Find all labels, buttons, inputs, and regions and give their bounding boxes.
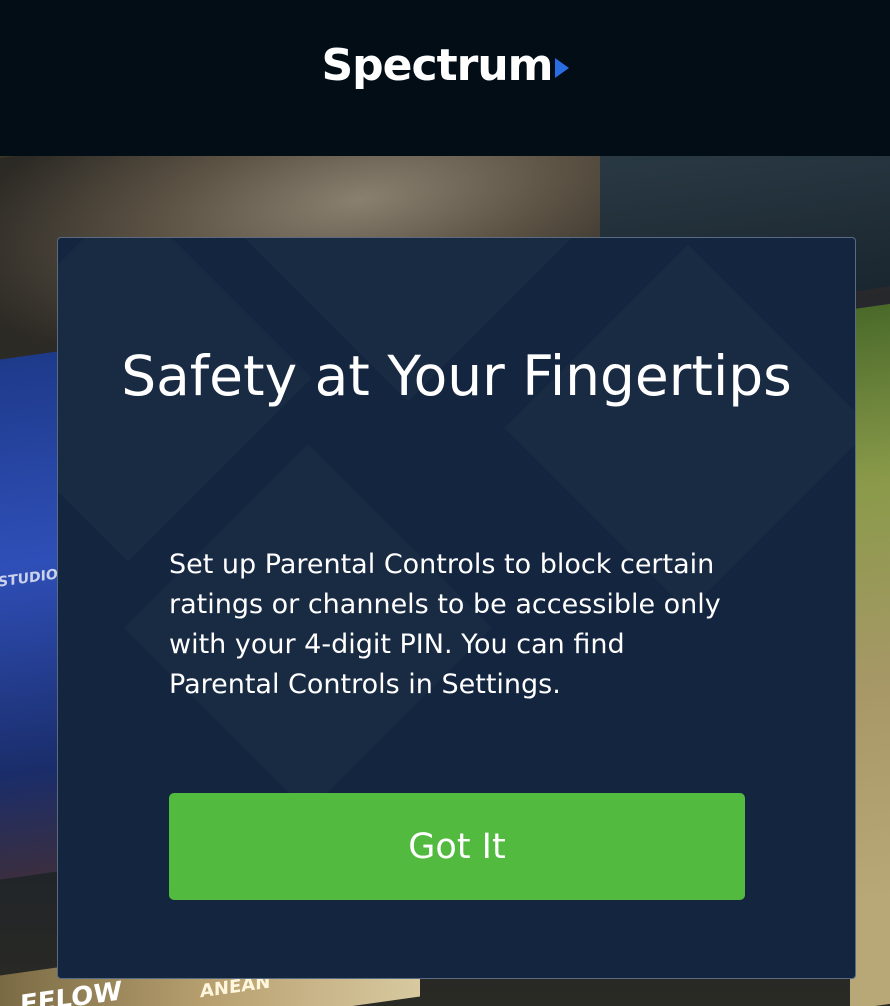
parental-controls-dialog: Safety at Your Fingertips Set up Parenta…	[57, 237, 856, 979]
bottom-label: FELOW	[20, 976, 122, 1006]
got-it-button[interactable]: Got It	[169, 793, 745, 900]
spectrum-logo: Spectrum	[0, 0, 890, 130]
dialog-message: Set up Parental Controls to block certai…	[169, 549, 721, 700]
dialog-title: Safety at Your Fingertips	[121, 344, 792, 408]
app-header: Spectrum	[0, 0, 890, 156]
studio-label: STUDIO	[0, 566, 58, 591]
right-thumbnail	[850, 302, 890, 1006]
studio-thumbnail: STUDIO	[0, 351, 60, 881]
logo-wordmark: Spectrum	[321, 39, 553, 91]
logo-arrow-icon	[554, 58, 569, 78]
